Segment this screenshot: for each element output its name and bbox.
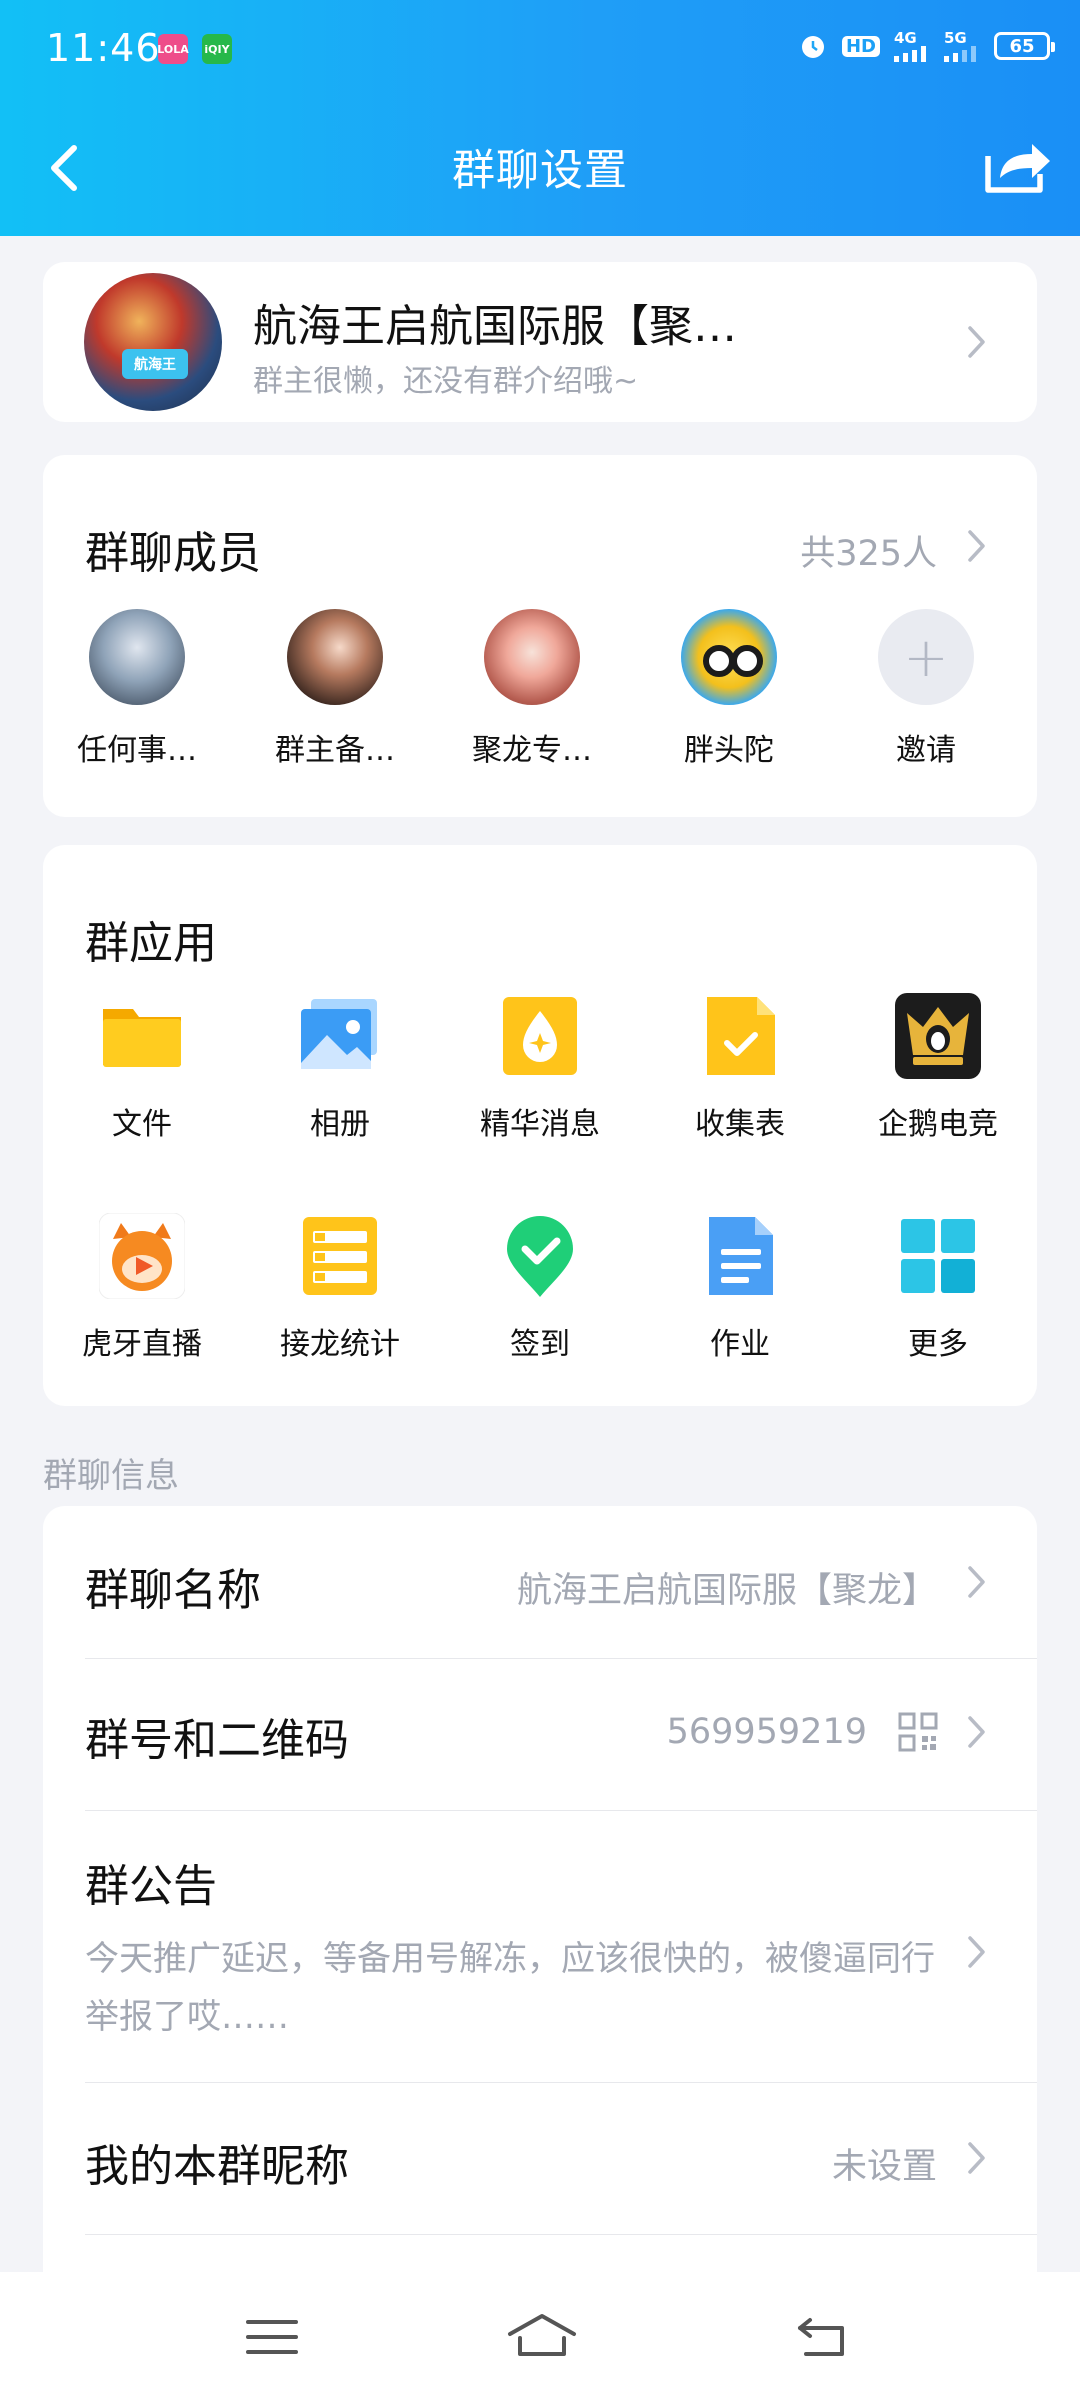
penguin-esports-icon <box>895 993 981 1079</box>
folder-icon <box>99 993 185 1079</box>
member-item[interactable]: 聚龙专… <box>462 609 602 769</box>
members-row: 任何事… 群主备… 聚龙专… 胖头陀 + 邀请 <box>43 609 1037 787</box>
group-notice-row[interactable]: 群公告 今天推广延迟，等备用号解冻，应该很快的，被傻逼同行举报了哎…… <box>43 1810 1037 2082</box>
app-more[interactable]: 更多 <box>853 1213 1023 1363</box>
battery-icon: 65 <box>994 32 1055 60</box>
member-name: 胖头陀 <box>684 733 774 768</box>
hd-label: HD <box>841 35 880 57</box>
lola-app-icon: LOLA <box>157 34 189 64</box>
status-bar: 11:46 LOLA iQIY HD 4G 5G 65 <box>0 0 1080 100</box>
member-item[interactable]: 任何事… <box>67 609 207 769</box>
app-huya-live[interactable]: 虎牙直播 <box>57 1212 227 1363</box>
members-card: 群聊成员 共325人 任何事… 群主备… 聚龙专… 胖头陀 + 邀请 <box>43 455 1037 817</box>
member-item[interactable]: 胖头陀 <box>659 609 799 769</box>
members-count[interactable]: 共325人 <box>800 525 937 576</box>
group-description: 群主很懒，还没有群介绍哦~ <box>253 364 639 399</box>
header-bar: 11:46 LOLA iQIY HD 4G 5G 65 群聊设置 <box>0 0 1080 236</box>
chevron-right-icon <box>966 1714 988 1750</box>
group-name: 航海王启航国际服【聚… <box>253 301 737 352</box>
app-label: 精华消息 <box>480 1107 600 1142</box>
more-grid-icon <box>895 1213 981 1299</box>
huya-live-icon <box>98 1212 186 1300</box>
my-nickname-row[interactable]: 我的本群昵称 未设置 <box>43 2082 1037 2234</box>
my-nickname-row-title: 我的本群昵称 <box>85 2141 349 2192</box>
group-number-row[interactable]: 群号和二维码 569959219 <box>43 1658 1037 1810</box>
group-name-row-value: 航海王启航国际服【聚龙】 <box>516 1571 937 1611</box>
home-icon[interactable] <box>506 2310 578 2364</box>
signal-4g-icon: 4G <box>894 30 930 62</box>
group-name-row-title: 群聊名称 <box>85 1565 261 1616</box>
app-label: 相册 <box>310 1107 370 1142</box>
app-label: 收集表 <box>695 1107 785 1142</box>
group-notice-text: 今天推广延迟，等备用号解冻，应该很快的，被傻逼同行举报了哎…… <box>85 1939 935 2037</box>
group-apps-card: 群应用 文件 相册 精华消息 收集表 企鹅电竞 虎牙直播 接龙统计 签到 作业 … <box>43 845 1037 1406</box>
qr-code-icon <box>898 1712 938 1752</box>
app-check-in[interactable]: 签到 <box>455 1213 625 1363</box>
essence-message-icon <box>497 993 583 1079</box>
system-navigation-bar <box>0 2272 1080 2400</box>
member-name: 任何事… <box>77 733 197 768</box>
app-homework[interactable]: 作业 <box>655 1213 825 1363</box>
app-chain-stats[interactable]: 接龙统计 <box>255 1213 425 1363</box>
group-avatar: 航海王 <box>84 273 222 411</box>
network-5g-label: 5G <box>944 29 967 47</box>
signal-5g-icon: 5G <box>944 30 980 62</box>
back-icon[interactable] <box>792 2310 852 2364</box>
app-photo-album[interactable]: 相册 <box>255 993 425 1143</box>
chevron-right-icon <box>966 1564 988 1600</box>
page-title: 群聊设置 <box>452 146 628 196</box>
invite-label: 邀请 <box>896 733 956 768</box>
iqiyi-app-icon: iQIY <box>202 34 232 64</box>
member-avatar <box>287 609 383 705</box>
chevron-right-icon <box>966 2140 988 2176</box>
member-item[interactable]: 群主备… <box>265 609 405 769</box>
chevron-right-icon <box>966 324 988 360</box>
group-name-row[interactable]: 群聊名称 航海王启航国际服【聚龙】 <box>43 1506 1037 1658</box>
group-info-card: 群聊名称 航海王启航国际服【聚龙】 群号和二维码 569959219 群公告 今… <box>43 1506 1037 2336</box>
member-avatar <box>681 609 777 705</box>
app-essence-messages[interactable]: 精华消息 <box>455 993 625 1143</box>
group-profile-card[interactable]: 航海王 航海王启航国际服【聚… 群主很懒，还没有群介绍哦~ <box>43 262 1037 422</box>
invite-member-button[interactable]: + 邀请 <box>856 609 996 769</box>
app-label: 虎牙直播 <box>82 1327 202 1362</box>
status-time: 11:46 <box>46 26 161 70</box>
app-label: 更多 <box>908 1327 968 1362</box>
member-avatar <box>89 609 185 705</box>
photo-album-icon <box>297 993 383 1079</box>
group-number-row-title: 群号和二维码 <box>85 1715 349 1766</box>
app-label: 企鹅电竞 <box>878 1107 998 1142</box>
member-name: 群主备… <box>275 733 395 768</box>
app-label: 签到 <box>510 1327 570 1362</box>
check-in-icon <box>497 1213 583 1299</box>
member-name: 聚龙专… <box>472 733 592 768</box>
members-title: 群聊成员 <box>85 528 261 579</box>
my-nickname-value: 未设置 <box>831 2147 937 2187</box>
apps-title: 群应用 <box>85 918 217 969</box>
group-avatar-label: 航海王 <box>122 349 188 379</box>
homework-icon <box>697 1213 783 1299</box>
app-label: 文件 <box>112 1107 172 1142</box>
group-info-section-label: 群聊信息 <box>43 1456 179 1496</box>
menu-icon[interactable] <box>242 2310 302 2364</box>
member-avatar <box>484 609 580 705</box>
share-icon <box>985 144 1050 193</box>
alarm-icon <box>798 31 828 61</box>
plus-icon: + <box>878 609 974 705</box>
chain-stats-icon <box>297 1213 383 1299</box>
group-notice-row-title: 群公告 <box>85 1861 217 1912</box>
share-button[interactable] <box>976 130 1056 200</box>
app-files[interactable]: 文件 <box>57 993 227 1143</box>
chevron-right-icon[interactable] <box>966 528 988 564</box>
app-penguin-esports[interactable]: 企鹅电竞 <box>853 993 1023 1143</box>
chevron-right-icon <box>966 1934 988 1970</box>
status-right: HD 4G 5G 65 <box>798 30 1055 62</box>
app-label: 作业 <box>710 1327 770 1362</box>
app-collection-form[interactable]: 收集表 <box>655 993 825 1143</box>
app-label: 接龙统计 <box>280 1327 400 1362</box>
network-4g-label: 4G <box>894 29 917 47</box>
group-number-value: 569959219 <box>666 1712 867 1752</box>
divider <box>85 2234 1037 2235</box>
collection-form-icon <box>697 993 783 1079</box>
